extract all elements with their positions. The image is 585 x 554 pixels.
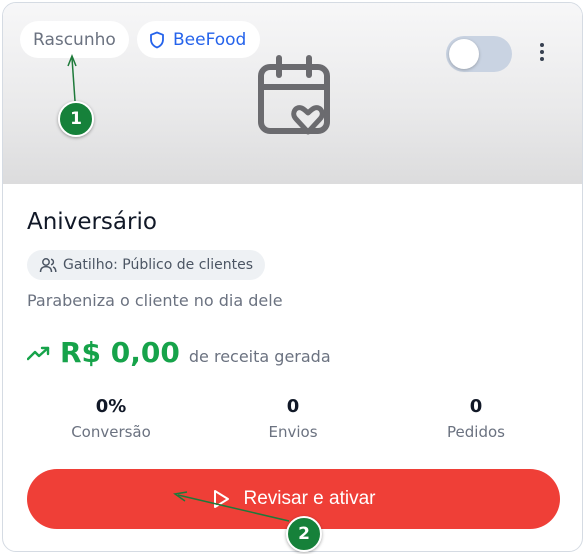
card-banner: Rascunho BeeFood: [3, 3, 582, 184]
campaign-title: Aniversário: [27, 209, 157, 235]
stat-value: 0: [286, 396, 300, 417]
campaign-card: Rascunho BeeFood Aniversário Gatilho: Pú…: [2, 2, 583, 552]
revenue-summary: R$ 0,00 de receita gerada: [27, 336, 331, 369]
status-badge: Rascunho: [20, 21, 129, 58]
status-badge-label: Rascunho: [33, 29, 116, 50]
stat-value: 0%: [95, 396, 127, 417]
stat-value: 0: [469, 396, 483, 417]
revenue-label: de receita gerada: [188, 347, 331, 366]
review-activate-label: Revisar e ativar: [243, 488, 376, 509]
brand-badge-label: BeeFood: [173, 29, 247, 50]
active-toggle[interactable]: [446, 36, 512, 72]
campaign-description: Parabeniza o cliente no dia dele: [27, 291, 283, 310]
revenue-value: R$ 0,00: [60, 336, 180, 369]
stat-label: Conversão: [71, 423, 151, 441]
annotation-marker-2: 2: [286, 516, 322, 552]
toggle-knob: [449, 39, 479, 69]
brand-badge: BeeFood: [137, 21, 261, 58]
annotation-marker-1: 1: [58, 101, 94, 137]
shield-icon: [150, 31, 164, 48]
play-icon: [213, 490, 229, 508]
users-icon: [39, 258, 57, 273]
stat-sends: 0 Envios: [218, 396, 368, 441]
trigger-chip: Gatilho: Público de clientes: [27, 250, 266, 280]
stat-conversion: 0% Conversão: [36, 396, 186, 441]
trigger-label: Gatilho: Público de clientes: [63, 257, 254, 273]
trending-up-icon: [27, 346, 50, 360]
stat-label: Pedidos: [447, 423, 505, 441]
stat-label: Envios: [268, 423, 318, 441]
kebab-menu-icon[interactable]: [533, 43, 551, 67]
calendar-heart-icon: [258, 55, 330, 135]
stat-orders: 0 Pedidos: [401, 396, 551, 441]
